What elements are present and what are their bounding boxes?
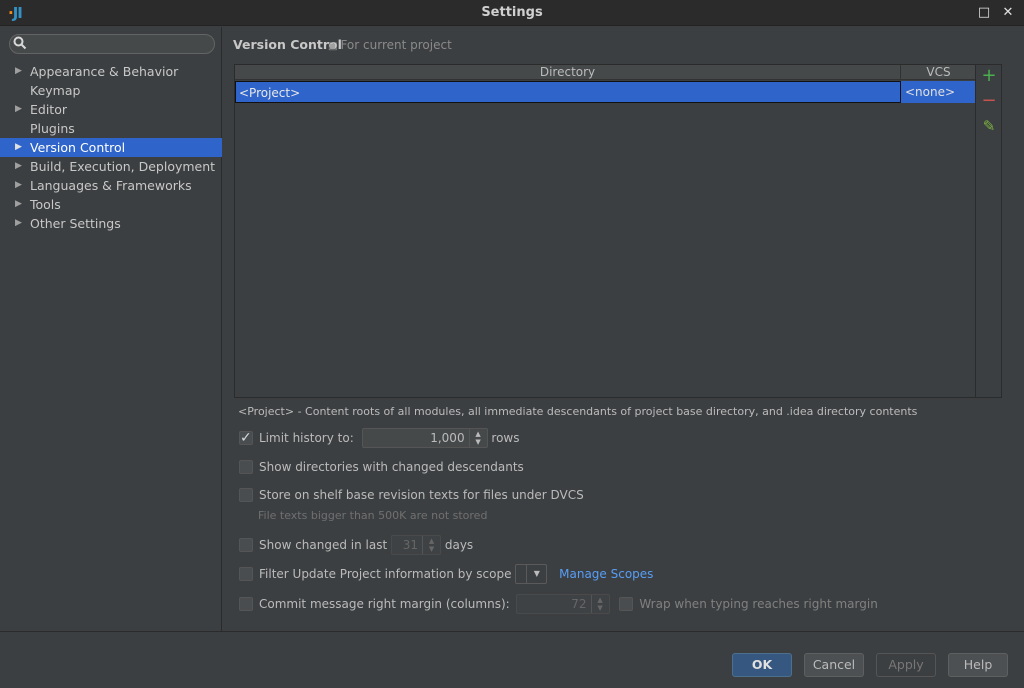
spinner-arrows-icon[interactable]: ▲ ▼ xyxy=(468,428,487,447)
edit-icon[interactable]: ✎ xyxy=(980,117,998,135)
manage-scopes-link[interactable]: Manage Scopes xyxy=(559,567,653,581)
vcs-mappings-table[interactable]: Directory VCS <Project> <none> xyxy=(234,64,976,398)
settings-sidebar: ▶ Appearance & Behavior Keymap ▶ Editor Pl… xyxy=(0,27,222,631)
sidebar-item-label: Plugins xyxy=(30,121,75,136)
sidebar-item-editor[interactable]: ▶ Editor xyxy=(0,100,222,119)
maximize-icon[interactable]: □ xyxy=(975,4,993,22)
title-bar: ·JI Settings □ ✕ xyxy=(0,0,1024,26)
sidebar-item-label: Editor xyxy=(30,102,67,117)
store-shelf-label: Store on shelf base revision texts for f… xyxy=(259,488,584,502)
sidebar-item-languages-frameworks[interactable]: ▶ Languages & Frameworks xyxy=(0,176,222,195)
sidebar-item-version-control[interactable]: ▶ Version Control xyxy=(0,138,222,157)
breadcrumb: Version Control xyxy=(233,37,342,52)
column-header-vcs[interactable]: VCS xyxy=(902,65,975,80)
project-scope-icon: ▣ xyxy=(328,41,338,52)
dialog-footer: OK Cancel Apply Help xyxy=(0,631,1024,688)
show-dirs-label: Show directories with changed descendant… xyxy=(259,460,524,474)
sidebar-item-keymap[interactable]: Keymap xyxy=(0,81,222,100)
show-changed-checkbox[interactable] xyxy=(239,537,253,552)
close-icon[interactable]: ✕ xyxy=(999,4,1017,22)
scope-dropdown[interactable]: ▼ xyxy=(515,563,548,584)
directory-cell[interactable]: <Project> xyxy=(235,81,901,103)
history-limit-spinner[interactable]: 1,000 ▲ ▼ xyxy=(361,427,488,448)
remove-icon[interactable]: − xyxy=(980,92,998,110)
limit-history-row: Limit history to: 1,000▲▼ rows xyxy=(239,427,520,448)
store-shelf-checkbox[interactable] xyxy=(239,487,253,502)
ok-button[interactable]: OK xyxy=(732,653,792,677)
filter-update-checkbox[interactable] xyxy=(239,566,253,581)
show-dirs-row: Show directories with changed descendant… xyxy=(239,457,524,477)
commit-margin-checkbox[interactable] xyxy=(239,596,253,611)
scope-label: For current project xyxy=(340,38,452,52)
search-icon xyxy=(13,36,27,54)
wrap-typing-checkbox[interactable] xyxy=(619,596,634,611)
wrap-typing-label: Wrap when typing reaches right margin xyxy=(639,597,878,611)
apply-button[interactable]: Apply xyxy=(876,653,936,677)
help-button[interactable]: Help xyxy=(948,653,1008,677)
expand-arrow-icon[interactable]: ▶ xyxy=(15,195,22,214)
commit-margin-row: Commit message right margin (columns): 7… xyxy=(239,593,878,614)
commit-margin-label: Commit message right margin (columns): xyxy=(259,597,510,611)
expand-arrow-icon[interactable]: ▶ xyxy=(15,138,22,157)
days-value[interactable]: 31 xyxy=(392,536,422,554)
limit-history-label: Limit history to: xyxy=(259,431,354,445)
scope-indicator: ▣ For current project xyxy=(328,38,452,52)
sidebar-item-tools[interactable]: ▶ Tools xyxy=(0,195,222,214)
cancel-button[interactable]: Cancel xyxy=(804,653,864,677)
add-icon[interactable]: + xyxy=(980,67,998,85)
store-shelf-hint: File texts bigger than 500K are not stor… xyxy=(258,509,488,522)
sidebar-item-plugins[interactable]: Plugins xyxy=(0,119,222,138)
vcs-cell[interactable]: <none> xyxy=(902,81,975,103)
show-changed-label: Show changed in last xyxy=(259,538,388,552)
sidebar-item-build-execution-deployment[interactable]: ▶ Build, Execution, Deployment xyxy=(0,157,222,176)
spinner-arrows-icon[interactable]: ▲ ▼ xyxy=(590,594,609,613)
show-changed-row: Show changed in last 31 ▲ ▼ days xyxy=(239,534,474,555)
expand-arrow-icon[interactable]: ▶ xyxy=(15,214,22,233)
store-shelf-row: Store on shelf base revision texts for f… xyxy=(239,485,584,505)
sidebar-item-label: Other Settings xyxy=(30,216,121,231)
days-spinner[interactable]: 31 ▲ ▼ xyxy=(391,534,442,555)
spinner-arrows-icon[interactable]: ▲ ▼ xyxy=(422,535,440,554)
rows-label: rows xyxy=(491,431,520,445)
sidebar-item-label: Languages & Frameworks xyxy=(30,178,192,193)
limit-history-checkbox[interactable] xyxy=(239,428,253,448)
margin-columns-value[interactable]: 72 xyxy=(517,595,591,613)
column-header-directory[interactable]: Directory xyxy=(235,65,901,80)
days-label: days xyxy=(444,538,474,552)
settings-content: Version Control ▣ For current project Dir… xyxy=(223,27,1024,631)
sidebar-item-label: Appearance & Behavior xyxy=(30,64,179,79)
project-description: <Project> - Content roots of all modules… xyxy=(238,405,918,418)
history-limit-value[interactable]: 1,000 xyxy=(363,429,469,447)
margin-columns-spinner[interactable]: 72 ▲ ▼ xyxy=(515,593,610,614)
window-title: Settings xyxy=(481,5,543,20)
settings-tree: ▶ Appearance & Behavior Keymap ▶ Editor Pl… xyxy=(0,62,222,233)
filter-update-row: Filter Update Project information by sco… xyxy=(239,563,653,584)
table-toolbar: + − ✎ xyxy=(976,64,1002,398)
sidebar-item-label: Version Control xyxy=(30,140,126,155)
sidebar-item-label: Keymap xyxy=(30,83,81,98)
expand-arrow-icon[interactable]: ▶ xyxy=(15,176,22,195)
expand-arrow-icon[interactable]: ▶ xyxy=(15,157,22,176)
filter-update-label: Filter Update Project information by sco… xyxy=(259,567,512,581)
sidebar-item-label: Build, Execution, Deployment xyxy=(30,159,216,174)
expand-arrow-icon[interactable]: ▶ xyxy=(15,62,22,81)
sidebar-item-label: Tools xyxy=(30,197,61,212)
chevron-down-icon[interactable]: ▼ xyxy=(526,564,546,583)
expand-arrow-icon[interactable]: ▶ xyxy=(15,100,22,119)
show-dirs-checkbox[interactable] xyxy=(239,459,253,474)
sidebar-item-appearance-behavior[interactable]: ▶ Appearance & Behavior xyxy=(0,62,222,81)
table-header: Directory VCS xyxy=(235,65,975,80)
sidebar-item-other-settings[interactable]: ▶ Other Settings xyxy=(0,214,222,233)
search-input[interactable] xyxy=(9,34,215,54)
table-row[interactable]: <Project> <none> xyxy=(235,81,975,103)
